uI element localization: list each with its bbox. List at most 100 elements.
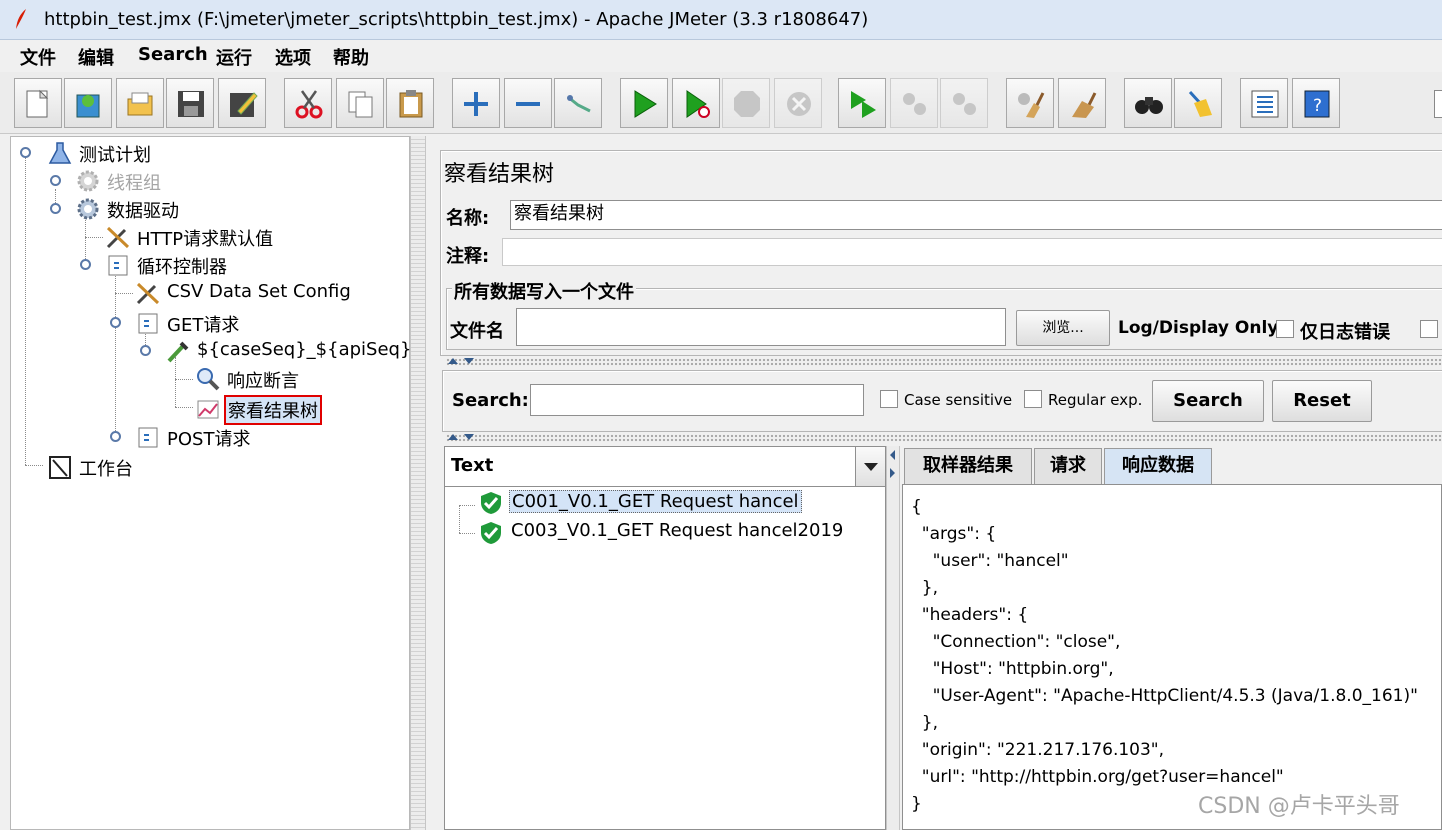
shutdown-button[interactable] [774, 78, 822, 128]
remote-shutdown-icon [953, 93, 976, 115]
name-field[interactable]: 察看结果树 [510, 200, 1442, 230]
menu-run[interactable]: 运行 [216, 44, 252, 70]
errors-only-label: 仅日志错误 [1300, 322, 1390, 343]
tree-expander-get-request[interactable] [110, 317, 121, 328]
paste-icon [399, 90, 423, 118]
toggle-button[interactable] [554, 78, 602, 128]
reset-search-button[interactable] [1174, 78, 1222, 128]
menu-bar: 文件 编辑 Search 运行 选项 帮助 [0, 40, 1442, 72]
search-button[interactable]: Search [1152, 380, 1264, 422]
name-label: 名称: [446, 208, 490, 229]
cut-button[interactable] [284, 78, 332, 128]
response-line: "args": { [911, 524, 997, 544]
results-list-panel: Text C001_V0.1_GET Request hancel C003_V… [444, 446, 886, 830]
tab-sampler-result[interactable]: 取样器结果 [904, 448, 1032, 484]
collapse-button[interactable] [504, 78, 552, 128]
tree-expander-data-driven[interactable] [50, 203, 61, 214]
clear-all-button[interactable] [1058, 78, 1106, 128]
response-line: "url": "http://httpbin.org/get?user=hanc… [911, 767, 1284, 787]
tree-expander-post-request[interactable] [110, 431, 121, 442]
file-section-title: 所有数据写入一个文件 [452, 278, 636, 304]
splitter-dots-lower[interactable] [446, 434, 1442, 442]
save-as-button[interactable] [218, 78, 266, 128]
splitter-dots[interactable] [446, 358, 1442, 366]
menu-edit[interactable]: 编辑 [78, 44, 114, 70]
tab-response-data[interactable]: 响应数据 [1104, 448, 1212, 484]
open-button[interactable] [116, 78, 164, 128]
open-folder-icon [127, 92, 153, 116]
expand-button[interactable] [452, 78, 500, 128]
tree-expander-thread-group[interactable] [50, 175, 61, 186]
collapse-arrows-lower-icon[interactable] [446, 432, 482, 442]
start-no-pauses-button[interactable] [672, 78, 720, 128]
remote-shutdown-button[interactable] [940, 78, 988, 128]
menu-options[interactable]: 选项 [275, 44, 311, 70]
remote-start-button[interactable] [838, 78, 886, 128]
comment-field[interactable] [502, 238, 1442, 266]
templates-button[interactable] [64, 78, 112, 128]
response-line: "Host": "httpbin.org", [911, 659, 1114, 679]
play-icon [634, 90, 657, 118]
menu-search[interactable]: Search [138, 44, 208, 65]
clear-button[interactable] [1006, 78, 1054, 128]
successes-only-checkbox[interactable] [1420, 320, 1438, 338]
broom-icon [1188, 90, 1212, 117]
result-item-label: C003_V0.1_GET Request hancel2019 [511, 520, 844, 541]
collapse-arrows-icon[interactable] [446, 356, 482, 366]
split-pane-divider[interactable] [410, 136, 426, 830]
test-plan-tree: 测试计划 线程组 数据驱动 HTTP请求默认值 循环控制器 CSV Data S… [10, 136, 432, 830]
remote-stop-button[interactable] [890, 78, 938, 128]
filename-field[interactable] [516, 308, 1006, 346]
search-input[interactable] [530, 384, 864, 416]
regex-label: Regular exp. [1048, 391, 1143, 409]
renderer-select[interactable]: Text [445, 447, 885, 487]
response-line: "Connection": "close", [911, 632, 1121, 652]
title-bar: httpbin_test.jmx (F:\jmeter\jmeter_scrip… [0, 0, 1442, 40]
success-shield-icon [481, 522, 501, 544]
list-icon [1251, 90, 1279, 118]
find-button[interactable] [1124, 78, 1172, 128]
controller-icon [138, 313, 158, 334]
tree-expander-loop-controller[interactable] [80, 259, 91, 270]
log-display-label: Log/Display Only: [1118, 318, 1286, 338]
regex-checkbox[interactable] [1024, 390, 1042, 408]
help-book-icon: ? [1304, 90, 1330, 118]
reset-button[interactable]: Reset [1272, 380, 1372, 422]
renderer-select-value: Text [451, 455, 494, 476]
case-sensitive-checkbox[interactable] [880, 390, 898, 408]
save-icon [178, 91, 204, 117]
start-button[interactable] [620, 78, 668, 128]
save-button[interactable] [166, 78, 214, 128]
stop-button[interactable] [722, 78, 770, 128]
new-document-icon [26, 89, 49, 118]
dropdown-button[interactable] [855, 447, 885, 486]
toolbar: ? [0, 72, 1442, 134]
response-data-body[interactable]: { "args": { "user": "hancel" }, "headers… [902, 484, 1442, 830]
results-splitter[interactable] [886, 446, 900, 830]
copy-button[interactable] [336, 78, 384, 128]
menu-help[interactable]: 帮助 [333, 44, 369, 70]
remote-stop-icon [903, 93, 926, 115]
function-helper-button[interactable] [1240, 78, 1288, 128]
response-line: { [911, 497, 922, 517]
tree-expander-test-plan[interactable] [20, 147, 31, 158]
play-no-pause-icon [686, 90, 710, 118]
help-button[interactable]: ? [1292, 78, 1340, 128]
thread-counter [1434, 90, 1442, 118]
magnifier-icon [197, 368, 220, 391]
errors-only-checkbox[interactable] [1276, 320, 1294, 338]
tab-request[interactable]: 请求 [1034, 448, 1102, 484]
binoculars-icon [1135, 97, 1163, 114]
toggle-icon [567, 95, 591, 113]
wrench-icon [106, 226, 130, 249]
new-button[interactable] [14, 78, 62, 128]
tree-expander-sampler[interactable] [140, 345, 151, 356]
comment-label: 注释: [446, 246, 490, 267]
paste-button[interactable] [386, 78, 434, 128]
panel-title: 察看结果树 [444, 162, 555, 187]
gear-icon [77, 198, 99, 220]
templates-icon [76, 94, 100, 118]
menu-file[interactable]: 文件 [20, 44, 56, 70]
browse-button[interactable]: 浏览... [1016, 310, 1110, 346]
chart-icon [197, 400, 219, 419]
